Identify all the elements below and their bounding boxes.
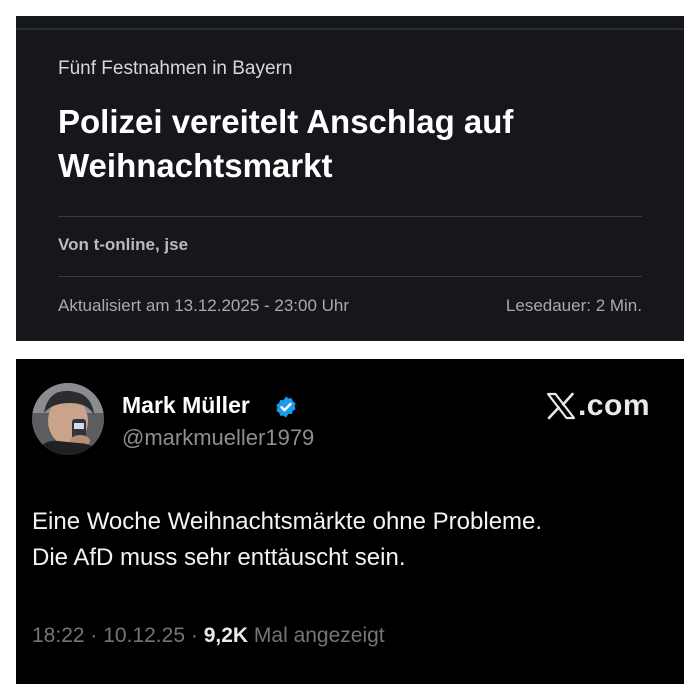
post-text-line-2: Die AfD muss sehr enttäuscht sein. — [32, 544, 406, 571]
author-handle[interactable]: @markmueller1979 — [122, 425, 314, 451]
x-com-label: .com — [577, 389, 650, 422]
article-headline[interactable]: Polizei vereitelt Anschlag auf Weihnacht… — [58, 100, 648, 188]
collage-frame: Fünf Festnahmen in Bayern Polizei vereit… — [0, 0, 700, 700]
article-kicker: Fünf Festnahmen in Bayern — [58, 58, 293, 79]
article-updated-date: Aktualisiert am 13.12.2025 - 23:00 Uhr — [58, 296, 350, 315]
post-text-line-1: Eine Woche Weihnachtsmärkte ohne Problem… — [32, 508, 543, 535]
headline-line-2: Weihnachtsmarkt — [58, 147, 333, 184]
author-name[interactable]: Mark Müller — [122, 392, 250, 419]
top-rule — [16, 28, 684, 30]
views-label: Mal angezeigt — [253, 624, 385, 647]
article-byline: Von t-online, jse — [58, 235, 189, 254]
news-article-header: Fünf Festnahmen in Bayern Polizei vereit… — [16, 16, 684, 341]
meta-separator: · — [190, 624, 198, 647]
post-text: Eine Woche Weihnachtsmärkte ohne Problem… — [32, 504, 672, 576]
avatar-photo — [32, 383, 104, 455]
x-logo-icon — [546, 392, 576, 420]
verified-badge-icon — [276, 396, 296, 418]
article-read-time: Lesedauer: 2 Min. — [505, 296, 642, 315]
headline-line-1: Polizei vereitelt Anschlag auf — [58, 103, 514, 140]
divider — [58, 216, 642, 217]
meta-separator: · — [90, 624, 98, 647]
post-date[interactable]: 10.12.25 — [103, 624, 185, 647]
post-time[interactable]: 18:22 — [32, 624, 85, 647]
post-meta: 18:22 · 10.12.25 · 9,2K Mal angezeigt — [32, 624, 385, 648]
x-post-card: Mark Müller @markmueller1979 .com Eine W… — [16, 359, 684, 684]
views-count: 9,2K — [203, 624, 249, 647]
divider — [58, 276, 642, 277]
avatar[interactable] — [32, 383, 104, 455]
x-com-source: .com — [546, 389, 650, 423]
